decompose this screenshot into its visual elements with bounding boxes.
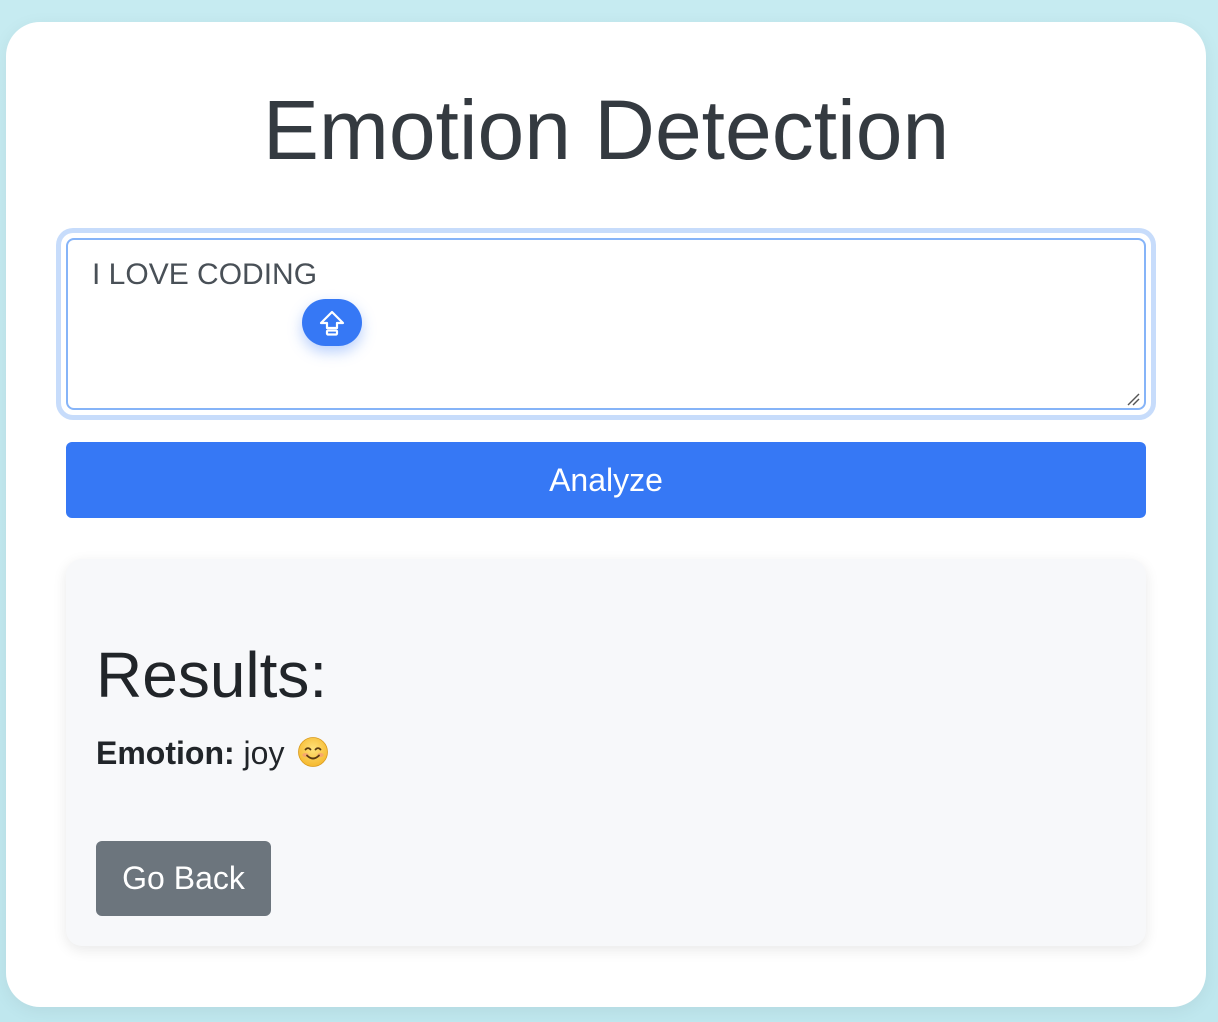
resize-grip-icon[interactable] [1126, 392, 1140, 406]
emotion-label: Emotion: [96, 735, 235, 771]
text-input[interactable] [66, 238, 1146, 410]
emotion-result: Emotion: joy [96, 734, 329, 772]
smiling-face-emoji-icon [298, 737, 329, 767]
analyze-button[interactable]: Analyze [66, 442, 1146, 518]
go-back-button[interactable]: Go Back [96, 841, 271, 916]
emotion-value: joy [243, 735, 285, 771]
upload-arrow-icon [319, 310, 345, 336]
floating-upload-button[interactable] [302, 299, 362, 346]
results-heading: Results: [96, 639, 328, 711]
page-title: Emotion Detection [262, 83, 950, 177]
